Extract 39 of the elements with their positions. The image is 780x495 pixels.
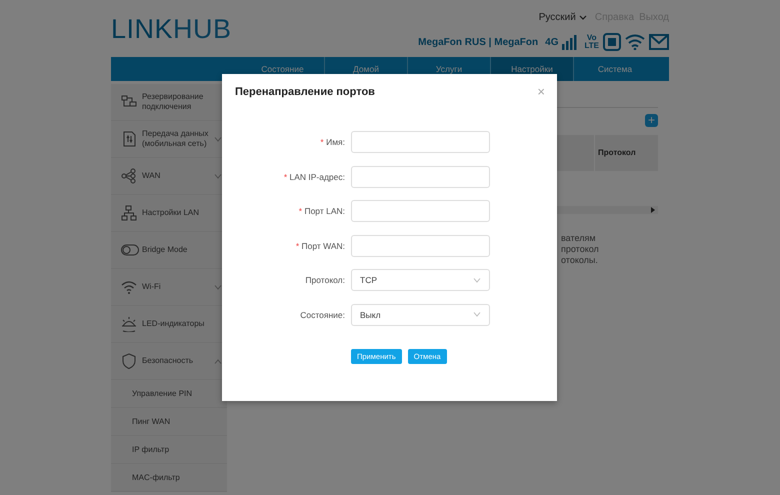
input-field[interactable] [351,200,490,222]
field-label: * Порт WAN: [294,240,345,250]
input-field[interactable] [351,166,490,188]
sidebar-subitem[interactable]: IP фильтр [111,436,227,464]
sidebar-subitem[interactable]: MAC-фильтр [111,464,227,492]
language-selector[interactable]: Русский [538,12,587,23]
logo: LINKHUB [111,14,232,46]
wifi-icon [121,279,139,295]
network-icon [121,205,139,221]
input-field[interactable] [351,131,490,153]
arrow-right-icon [651,207,655,213]
ethernet-icon [603,33,621,51]
dialog-title: Перенаправление портов [235,86,375,98]
field-label: * Порт LAN: [298,206,345,216]
input-field[interactable] [351,234,490,256]
note-text: отоколы. [561,255,599,266]
note-text: вателям [561,233,597,244]
chevron-icon [473,312,481,317]
field-label: * Имя: [319,137,345,147]
wifi-icon [625,34,645,50]
chevron-icon [473,278,481,282]
column-header: Протокол [594,135,658,171]
dropdown[interactable]: TCP [351,269,490,291]
field-label: Протокол: [304,275,345,285]
caret-icon [578,14,587,20]
close-button[interactable]: × [537,86,545,98]
toggle-icon [121,242,139,258]
mail-icon [649,34,669,50]
volte-label: Vo LTE [584,34,599,50]
field-label: Состояние: [299,310,345,320]
network-type: 4G [545,36,558,48]
led-icon [121,316,139,332]
dropdown[interactable]: Выкл [351,304,490,326]
field-label: * LAN IP-адрес: [282,172,345,182]
nav-tab[interactable]: Система [573,57,656,81]
operator-name: MegaFon RUS | MegaFon [418,36,538,48]
note-text: протокол [561,244,600,255]
add-button[interactable]: + [645,114,658,127]
sidebar-subitem[interactable]: Пинг WAN [111,408,227,436]
